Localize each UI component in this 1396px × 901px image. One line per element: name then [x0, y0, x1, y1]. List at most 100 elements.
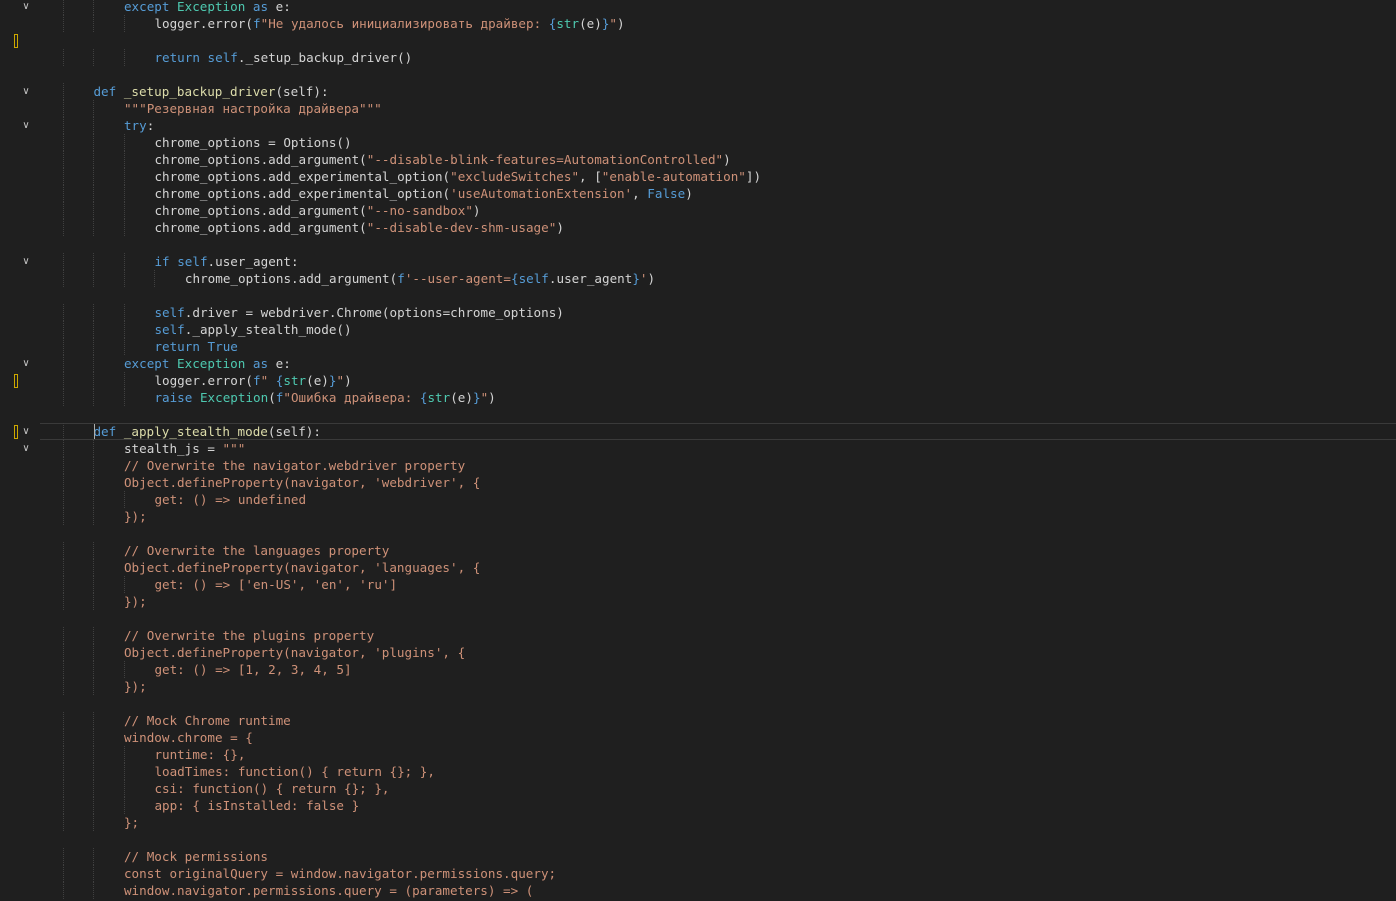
- code-line-text: get: () => undefined: [154, 491, 306, 508]
- code-line[interactable]: [40, 406, 1396, 423]
- indent-guide: [63, 848, 64, 865]
- code-line[interactable]: return True: [40, 338, 1396, 355]
- code-line[interactable]: [40, 32, 1396, 49]
- indent-guide: [93, 678, 95, 695]
- code-line[interactable]: window.navigator.permissions.query = (pa…: [40, 882, 1396, 899]
- code-line[interactable]: // Overwrite the navigator.webdriver pro…: [40, 457, 1396, 474]
- chevron-down-icon[interactable]: ∨: [20, 120, 32, 132]
- code-line[interactable]: Object.defineProperty(navigator, 'plugin…: [40, 644, 1396, 661]
- indent-guide: [63, 49, 64, 66]
- code-line[interactable]: loadTimes: function() { return {}; },: [40, 763, 1396, 780]
- code-token: ": [609, 16, 618, 31]
- code-line[interactable]: app: { isInstalled: false }: [40, 797, 1396, 814]
- code-line[interactable]: self.driver = webdriver.Chrome(options=c…: [40, 304, 1396, 321]
- code-line[interactable]: runtime: {},: [40, 746, 1396, 763]
- code-line[interactable]: stealth_js = """: [40, 440, 1396, 457]
- code-line[interactable]: chrome_options.add_argument("--disable-b…: [40, 151, 1396, 168]
- code-line[interactable]: [40, 831, 1396, 848]
- code-token: self: [177, 254, 208, 269]
- code-line[interactable]: });: [40, 508, 1396, 525]
- code-token: ): [685, 186, 693, 201]
- code-line[interactable]: raise Exception(f"Ошибка драйвера: {str(…: [40, 389, 1396, 406]
- code-line[interactable]: [40, 287, 1396, 304]
- code-line[interactable]: Object.defineProperty(navigator, 'webdri…: [40, 474, 1396, 491]
- code-token: .user_agent:: [207, 254, 299, 269]
- code-token: chrome_options.add_experimental_option(: [154, 186, 451, 201]
- code-line[interactable]: [40, 695, 1396, 712]
- indent-guide: [63, 304, 64, 321]
- indent-guide: [63, 440, 64, 457]
- code-line[interactable]: def _apply_stealth_mode(self):: [40, 423, 1396, 440]
- code-line[interactable]: window.chrome = {: [40, 729, 1396, 746]
- code-token: ._setup_backup_driver(): [237, 50, 413, 65]
- code-line[interactable]: });: [40, 593, 1396, 610]
- code-line[interactable]: get: () => [1, 2, 3, 4, 5]: [40, 661, 1396, 678]
- code-token: get: () => ['en-US', 'en', 'ru']: [154, 577, 398, 592]
- indent-guide: [63, 474, 64, 491]
- code-token: (: [268, 390, 276, 405]
- indent-guide: [63, 797, 64, 814]
- code-line[interactable]: chrome_options.add_experimental_option('…: [40, 185, 1396, 202]
- code-editor[interactable]: ∨ ∨ ∨ ∨ ∨ ∨ ∨ except Exception as e: logger.err…: [0, 0, 1396, 901]
- code-line[interactable]: // Overwrite the languages property: [40, 542, 1396, 559]
- code-area[interactable]: except Exception as e: logger.error(f"Не …: [40, 0, 1396, 901]
- code-line[interactable]: [40, 236, 1396, 253]
- indent-guide: [63, 661, 64, 678]
- code-line[interactable]: """Резервная настройка драйвера""": [40, 100, 1396, 117]
- code-line[interactable]: if self.user_agent:: [40, 253, 1396, 270]
- code-token: raise: [154, 390, 193, 405]
- code-line[interactable]: self._apply_stealth_mode(): [40, 321, 1396, 338]
- indent-guide: [93, 15, 95, 32]
- indent-guide: [123, 219, 125, 236]
- code-line[interactable]: [40, 66, 1396, 83]
- code-line[interactable]: // Mock Chrome runtime: [40, 712, 1396, 729]
- code-token: False: [647, 186, 686, 201]
- chevron-down-icon[interactable]: ∨: [20, 86, 32, 98]
- code-token: }: [472, 390, 481, 405]
- indent-guide: [93, 559, 95, 576]
- code-line[interactable]: get: () => ['en-US', 'en', 'ru']: [40, 576, 1396, 593]
- indent-guide: [93, 321, 95, 338]
- code-line[interactable]: const originalQuery = window.navigator.p…: [40, 865, 1396, 882]
- code-line[interactable]: except Exception as e:: [40, 355, 1396, 372]
- chevron-down-icon[interactable]: ∨: [20, 426, 32, 438]
- code-line[interactable]: // Mock permissions: [40, 848, 1396, 865]
- code-line[interactable]: chrome_options.add_experimental_option("…: [40, 168, 1396, 185]
- chevron-down-icon[interactable]: ∨: [20, 443, 32, 455]
- code-line-text: });: [124, 508, 147, 525]
- code-line[interactable]: // Overwrite the plugins property: [40, 627, 1396, 644]
- indent-guide: [93, 746, 95, 763]
- code-token: window.navigator.permissions.query = (pa…: [123, 883, 534, 898]
- code-line[interactable]: };: [40, 814, 1396, 831]
- indent-guide: [63, 389, 64, 406]
- code-line[interactable]: chrome_options.add_argument("--no-sandbo…: [40, 202, 1396, 219]
- code-line[interactable]: get: () => undefined: [40, 491, 1396, 508]
- code-token: };: [123, 815, 140, 830]
- code-line[interactable]: [40, 525, 1396, 542]
- indent-guide: [123, 661, 125, 678]
- code-line[interactable]: chrome_options.add_argument("--disable-d…: [40, 219, 1396, 236]
- indent-guide: [63, 678, 64, 695]
- chevron-down-icon[interactable]: ∨: [20, 1, 32, 13]
- code-token: chrome_options.add_argument(: [184, 271, 398, 286]
- code-line[interactable]: def _setup_backup_driver(self):: [40, 83, 1396, 100]
- code-token: str: [556, 16, 580, 31]
- code-line[interactable]: logger.error(f" {str(e)}"): [40, 372, 1396, 389]
- code-line[interactable]: Object.defineProperty(navigator, 'langua…: [40, 559, 1396, 576]
- chevron-down-icon[interactable]: ∨: [20, 256, 32, 268]
- code-line[interactable]: try:: [40, 117, 1396, 134]
- chevron-down-icon[interactable]: ∨: [20, 358, 32, 370]
- code-token: ": [336, 373, 345, 388]
- indent-guide: [93, 304, 95, 321]
- code-line[interactable]: chrome_options = Options(): [40, 134, 1396, 151]
- code-token: try: [123, 118, 147, 133]
- code-line[interactable]: except Exception as e:: [40, 0, 1396, 15]
- code-line[interactable]: csi: function() { return {}; },: [40, 780, 1396, 797]
- code-line[interactable]: logger.error(f"Не удалось инициализирова…: [40, 15, 1396, 32]
- code-line[interactable]: chrome_options.add_argument(f'--user-age…: [40, 270, 1396, 287]
- code-line[interactable]: return self._setup_backup_driver(): [40, 49, 1396, 66]
- code-line[interactable]: });: [40, 678, 1396, 695]
- code-line[interactable]: [40, 610, 1396, 627]
